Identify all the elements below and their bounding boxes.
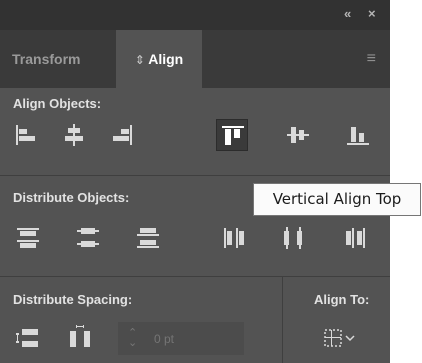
panel-menu-icon[interactable]: ≡ [367,50,376,68]
horizontal-align-center-button[interactable] [58,119,90,151]
horizontal-distribute-center-icon [284,227,302,249]
horizontal-distribute-right-icon [346,228,365,248]
close-panel-icon[interactable]: × [368,6,376,21]
horizontal-align-left-icon [16,125,35,145]
align-panel: « × Transform ⇕ Align ≡ Align Objects: D… [0,0,390,363]
spacing-stepper-icon[interactable]: ⌃ ⌄ [128,328,137,349]
align-to-selection-icon [324,329,355,347]
align-to-label: Align To: [314,292,370,307]
distribute-spacing-label: Distribute Spacing: [13,292,133,307]
vertical-align-center-icon [287,127,309,143]
tab-stepper-icon: ⇕ [134,53,145,67]
align-to-dropdown[interactable] [318,322,364,354]
vertical-align-center-button[interactable] [282,119,314,151]
vertical-distribute-top-button[interactable] [12,222,44,254]
section-vertical-divider [282,277,283,363]
horizontal-align-right-button[interactable] [106,119,138,151]
section-divider [0,175,390,176]
vertical-distribute-bottom-icon [137,228,159,248]
vertical-distribute-center-button[interactable] [72,222,104,254]
tooltip: Vertical Align Top [253,183,421,216]
horizontal-align-right-icon [113,125,132,145]
vertical-distribute-center-icon [77,228,99,247]
vertical-align-top-button[interactable] [216,119,248,151]
horizontal-distribute-space-icon [70,325,90,347]
panel-titlebar: « × [0,0,390,30]
align-objects-label: Align Objects: [13,96,102,111]
horizontal-distribute-right-button[interactable] [340,222,372,254]
horizontal-align-left-button[interactable] [10,119,42,151]
vertical-distribute-bottom-button[interactable] [132,222,164,254]
horizontal-distribute-left-icon [224,228,244,248]
tab-transform[interactable]: Transform [0,30,116,88]
section-divider [0,276,390,277]
vertical-align-bottom-icon [347,127,369,145]
vertical-distribute-space-button[interactable] [12,322,44,354]
distribute-objects-label: Distribute Objects: [13,190,130,205]
horizontal-distribute-center-button[interactable] [278,222,310,254]
tab-transform-label: Transform [12,51,81,67]
tab-align[interactable]: ⇕ Align [116,30,202,88]
vertical-align-top-icon [222,126,244,145]
horizontal-align-center-icon [65,124,83,146]
collapse-panel-icon[interactable]: « [344,6,351,21]
tab-align-label: Align [148,51,184,67]
vertical-distribute-space-icon [16,329,38,347]
horizontal-distribute-space-button[interactable] [64,322,96,354]
vertical-distribute-top-icon [17,228,39,248]
vertical-align-bottom-button[interactable] [342,119,374,151]
panel-tab-bar: Transform ⇕ Align ≡ [0,30,390,88]
horizontal-distribute-left-button[interactable] [218,222,250,254]
